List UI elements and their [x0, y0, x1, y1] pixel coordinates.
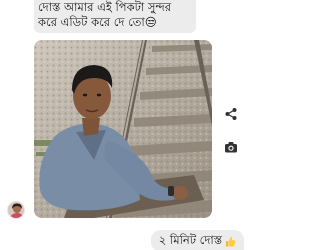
incoming-message-bubble[interactable]: দোস্ত আমার এই পিকটা সুন্দর করে এডিট করে … — [34, 0, 196, 33]
outgoing-message-text: ২ মিনিট দোস্ত — [158, 232, 222, 247]
camera-icon[interactable] — [224, 140, 238, 154]
outgoing-message-bubble[interactable]: ২ মিনিট দোস্ত — [150, 230, 244, 250]
thumbs-up-icon — [225, 236, 236, 247]
share-icon[interactable] — [224, 107, 238, 121]
chat-screen: দোস্ত আমার এই পিকটা সুন্দর করে এডিট করে … — [0, 0, 250, 250]
avatar-image — [8, 202, 24, 218]
avatar[interactable] — [7, 201, 25, 219]
incoming-message-line-1: দোস্ত আমার এই পিকটা সুন্দর — [38, 0, 172, 14]
shared-photo[interactable] — [34, 40, 212, 218]
incoming-message-line-2: করে এডিট করে দে তো😒 — [38, 15, 157, 29]
railway-portrait-image — [34, 40, 212, 218]
